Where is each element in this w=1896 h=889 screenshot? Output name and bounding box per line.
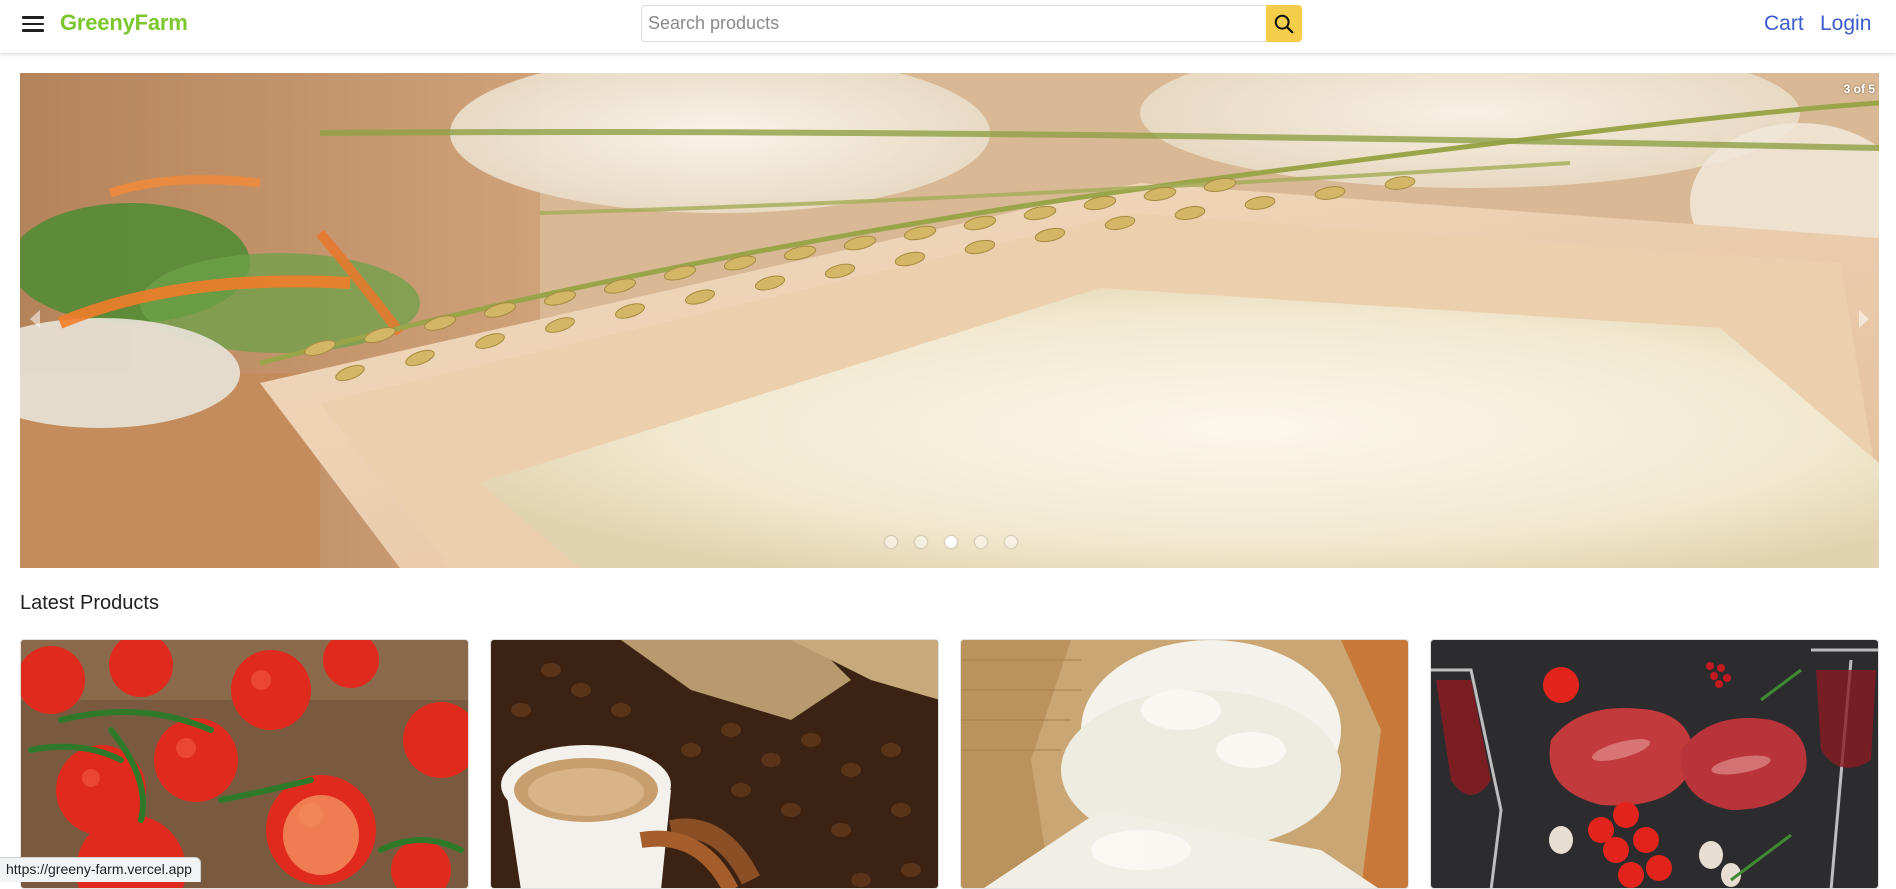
carousel-dot[interactable] xyxy=(975,536,987,548)
slide-counter: 3 of 5 xyxy=(1843,82,1875,96)
top-navbar: GreenyFarm Cart Login xyxy=(0,0,1896,53)
coffee-product-image xyxy=(491,640,938,888)
search-icon xyxy=(1274,14,1294,33)
product-card[interactable] xyxy=(1430,639,1879,889)
rice-slide-image xyxy=(20,73,1879,568)
carousel-dot-active[interactable] xyxy=(945,536,957,548)
search-bar xyxy=(641,5,1302,42)
search-button[interactable] xyxy=(1266,5,1302,42)
latest-products-heading: Latest Products xyxy=(20,592,159,614)
search-input[interactable] xyxy=(641,5,1266,42)
cart-link[interactable]: Cart xyxy=(1764,12,1804,36)
rice-sack-product-image xyxy=(961,640,1408,888)
brand-logo[interactable]: GreenyFarm xyxy=(60,10,188,36)
carousel-dot[interactable] xyxy=(915,536,927,548)
chevron-left-icon[interactable] xyxy=(30,310,40,328)
carousel-dots xyxy=(885,536,1017,548)
carousel-dot[interactable] xyxy=(1005,536,1017,548)
status-bar-url: https://greeny-farm.vercel.app xyxy=(0,857,201,882)
carousel-dot[interactable] xyxy=(885,536,897,548)
meat-product-image xyxy=(1431,640,1878,888)
product-card[interactable] xyxy=(20,639,469,889)
chevron-right-icon[interactable] xyxy=(1859,310,1869,328)
hamburger-menu-icon[interactable] xyxy=(20,13,46,35)
product-card[interactable] xyxy=(490,639,939,889)
hero-carousel[interactable]: 3 of 5 xyxy=(20,73,1879,568)
tomatoes-product-image xyxy=(21,640,468,888)
login-link[interactable]: Login xyxy=(1820,12,1871,36)
product-card[interactable] xyxy=(960,639,1409,889)
